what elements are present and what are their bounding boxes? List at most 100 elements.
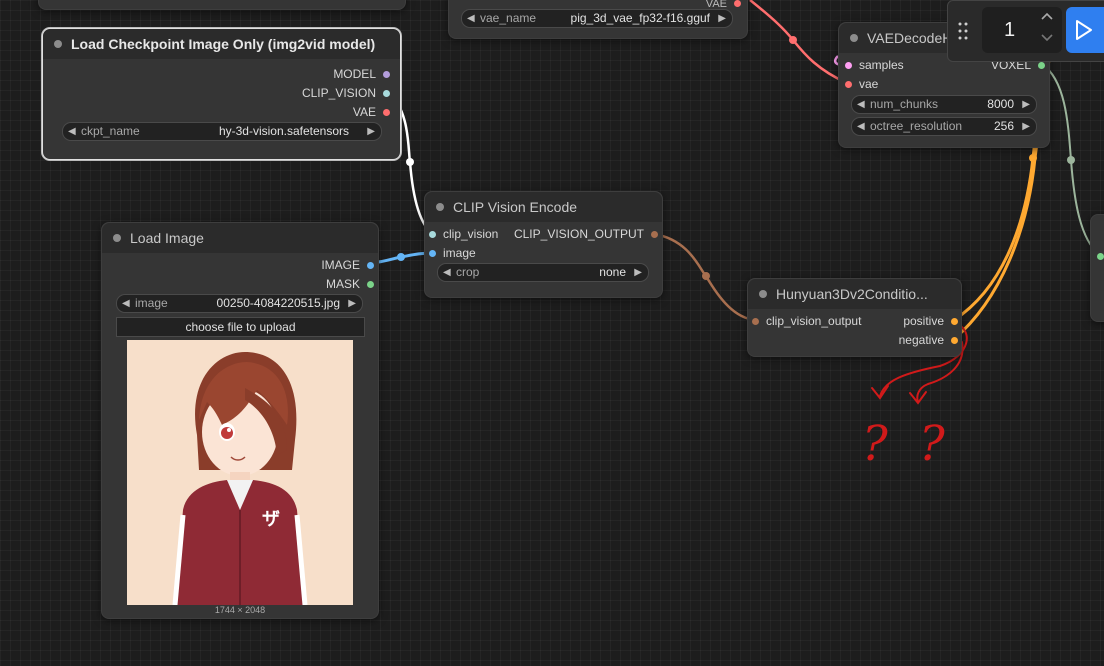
widget-value: none bbox=[599, 265, 626, 279]
slot-label: clip_vision_output bbox=[766, 314, 862, 328]
clip-vision-encode-node[interactable]: CLIP Vision Encode clip_vision image CLI… bbox=[424, 191, 663, 298]
samples-input-slot[interactable]: samples bbox=[845, 58, 904, 72]
upload-button[interactable]: choose file to upload bbox=[116, 317, 365, 337]
clip-vision-port[interactable] bbox=[383, 90, 390, 97]
wire-reroute-dot bbox=[789, 36, 797, 44]
slot-label: MASK bbox=[325, 277, 360, 291]
widget-label: crop bbox=[456, 265, 480, 279]
combo-prev-icon[interactable]: ◀ bbox=[122, 295, 130, 312]
slot-label: vae bbox=[859, 77, 879, 91]
image-preview: ザ bbox=[127, 340, 353, 605]
model-port[interactable] bbox=[383, 71, 390, 78]
positive-output-slot[interactable]: positive bbox=[903, 314, 958, 328]
widget-label: octree_resolution bbox=[870, 119, 963, 133]
image-output-slot[interactable]: IMAGE bbox=[321, 258, 374, 272]
partial-node-right[interactable] bbox=[1090, 214, 1104, 322]
widget-label: num_chunks bbox=[870, 97, 939, 111]
vae-port[interactable] bbox=[734, 0, 741, 7]
image-port[interactable] bbox=[367, 262, 374, 269]
node-title-bar[interactable]: CLIP Vision Encode bbox=[425, 192, 662, 222]
decrement-icon[interactable]: ◀ bbox=[857, 118, 865, 135]
node-title-bar[interactable]: Hunyuan3Dv2Conditio... bbox=[748, 279, 961, 309]
slot-label: IMAGE bbox=[321, 258, 360, 272]
decrement-icon[interactable]: ◀ bbox=[857, 96, 865, 113]
slot-label: negative bbox=[898, 333, 944, 347]
clip-vision-output-slot[interactable]: CLIP_VISION bbox=[302, 86, 390, 100]
widget-label: ckpt_name bbox=[81, 124, 140, 138]
negative-output-slot[interactable]: negative bbox=[899, 333, 958, 347]
annotation-question-marks: ? ? bbox=[862, 416, 953, 472]
collapse-dot-icon[interactable] bbox=[54, 40, 62, 48]
batch-count-input[interactable]: 1 bbox=[982, 7, 1062, 53]
num-chunks-widget[interactable]: ◀ num_chunks 8000 ▶ bbox=[851, 95, 1037, 114]
widget-label: vae_name bbox=[480, 11, 537, 25]
wire-reroute-dot bbox=[1067, 156, 1075, 164]
clip-vision-output-port[interactable] bbox=[651, 231, 658, 238]
collapse-dot-icon[interactable] bbox=[850, 34, 858, 42]
node-title-bar[interactable]: Load Image bbox=[102, 223, 378, 253]
slot-label: CLIP_VISION bbox=[301, 86, 376, 100]
vae-port[interactable] bbox=[383, 109, 390, 116]
mask-port[interactable] bbox=[367, 281, 374, 288]
input-port[interactable] bbox=[1097, 253, 1104, 260]
slot-label: clip_vision bbox=[443, 227, 499, 241]
samples-port[interactable] bbox=[845, 62, 852, 69]
increment-icon[interactable]: ▶ bbox=[1022, 118, 1030, 135]
clip-vision-output-port[interactable] bbox=[752, 318, 759, 325]
load-checkpoint-node[interactable]: Load Checkpoint Image Only (img2vid mode… bbox=[42, 28, 401, 160]
collapse-dot-icon[interactable] bbox=[113, 234, 121, 242]
slot-label: positive bbox=[903, 314, 944, 328]
octree-resolution-widget[interactable]: ◀ octree_resolution 256 ▶ bbox=[851, 117, 1037, 136]
mask-output-slot[interactable]: MASK bbox=[326, 277, 374, 291]
negative-port[interactable] bbox=[951, 337, 958, 344]
vae-output-slot[interactable]: VAE bbox=[353, 105, 390, 119]
wire-clip-vision-output bbox=[653, 232, 756, 322]
image-port[interactable] bbox=[429, 250, 436, 257]
positive-port[interactable] bbox=[951, 318, 958, 325]
vae-loader-node[interactable]: VAE ◀ vae_name pig_3d_vae_fp32-f16.gguf … bbox=[448, 0, 748, 39]
collapse-dot-icon[interactable] bbox=[759, 290, 767, 298]
clip-vision-input-slot[interactable]: clip_vision bbox=[429, 227, 498, 241]
increment-icon[interactable]: ▶ bbox=[1022, 96, 1030, 113]
collapse-dot-icon[interactable] bbox=[436, 203, 444, 211]
vae-port[interactable] bbox=[845, 81, 852, 88]
slot-label: image bbox=[443, 246, 476, 260]
combo-prev-icon[interactable]: ◀ bbox=[467, 10, 475, 27]
image-input-slot[interactable]: image bbox=[429, 246, 476, 260]
node-title-bar[interactable]: Load Checkpoint Image Only (img2vid mode… bbox=[43, 29, 400, 59]
play-icon bbox=[1076, 20, 1092, 40]
widget-value: 256 bbox=[993, 119, 1014, 133]
widget-value: 8000 bbox=[987, 97, 1014, 111]
vae-name-combo[interactable]: ◀ vae_name pig_3d_vae_fp32-f16.gguf ▶ bbox=[461, 9, 733, 28]
combo-next-icon[interactable]: ▶ bbox=[348, 295, 356, 312]
widget-value: 00250-4084220515.jpg bbox=[216, 296, 340, 310]
combo-next-icon[interactable]: ▶ bbox=[367, 123, 375, 140]
queue-run-button[interactable] bbox=[1066, 7, 1104, 53]
vae-input-slot[interactable]: vae bbox=[845, 77, 878, 91]
batch-count-value: 1 bbox=[1004, 19, 1016, 41]
svg-text:ザ: ザ bbox=[262, 509, 280, 530]
clip-vision-output-slot[interactable]: CLIP_VISION_OUTPUT bbox=[514, 227, 658, 241]
combo-prev-icon[interactable]: ◀ bbox=[68, 123, 76, 140]
node-title: Load Checkpoint Image Only (img2vid mode… bbox=[71, 36, 376, 52]
image-file-combo[interactable]: ◀ image 00250-4084220515.jpg ▶ bbox=[116, 294, 363, 313]
voxel-port[interactable] bbox=[1038, 62, 1045, 69]
chevron-down-icon[interactable] bbox=[1040, 31, 1054, 49]
drag-handle-icon[interactable] bbox=[957, 21, 969, 41]
crop-combo[interactable]: ◀ crop none ▶ bbox=[437, 263, 649, 282]
clip-vision-port[interactable] bbox=[429, 231, 436, 238]
widget-label: image bbox=[135, 296, 168, 310]
combo-next-icon[interactable]: ▶ bbox=[718, 10, 726, 27]
queue-toolbar: 1 bbox=[947, 0, 1104, 62]
image-size-caption: 1744 × 2048 bbox=[214, 605, 266, 615]
hunyuan-conditioning-node[interactable]: Hunyuan3Dv2Conditio... clip_vision_outpu… bbox=[747, 278, 962, 357]
chevron-up-icon[interactable] bbox=[1040, 9, 1054, 25]
node-title: VAEDecodeH bbox=[867, 30, 953, 46]
model-output-slot[interactable]: MODEL bbox=[333, 67, 390, 81]
combo-next-icon[interactable]: ▶ bbox=[634, 264, 642, 281]
ckpt-name-combo[interactable]: ◀ ckpt_name hy-3d-vision.safetensors ▶ bbox=[62, 122, 382, 141]
load-image-node[interactable]: Load Image IMAGE MASK ◀ image 00250-4084… bbox=[101, 222, 379, 619]
clip-vision-output-input-slot[interactable]: clip_vision_output bbox=[752, 314, 861, 328]
combo-prev-icon[interactable]: ◀ bbox=[443, 264, 451, 281]
widget-value: pig_3d_vae_fp32-f16.gguf bbox=[570, 11, 710, 25]
